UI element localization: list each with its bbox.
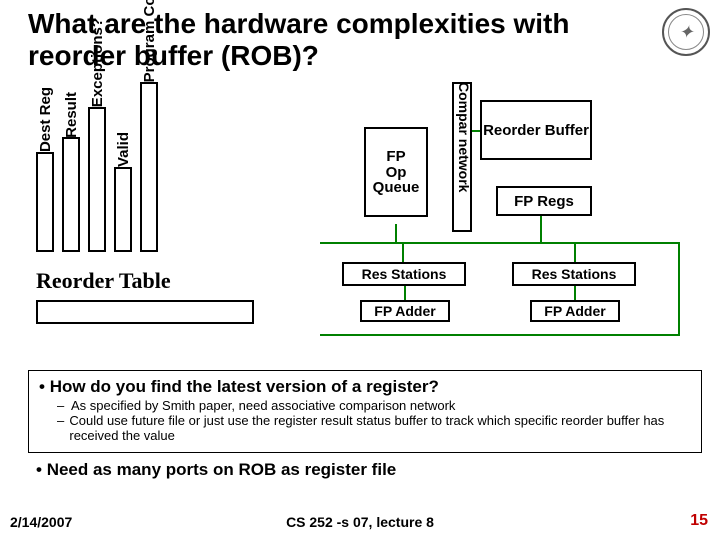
wire <box>395 224 397 242</box>
body-text-box: • How do you find the latest version of … <box>28 370 702 453</box>
wire <box>574 242 576 262</box>
reorder-table-label: Reorder Table <box>36 268 171 294</box>
datapath-block: FP Op Queue Compar network Reorder Buffe… <box>320 82 710 352</box>
reorder-table-box <box>36 300 254 324</box>
wire <box>404 286 406 300</box>
wire <box>540 216 542 242</box>
wire <box>320 242 680 244</box>
col-exceptions: Exceptions? <box>89 18 106 107</box>
fp-adder-right: FP Adder <box>530 300 620 322</box>
bullet-1-sub-2: –Could use future file or just use the r… <box>57 414 691 444</box>
fp-adder-left: FP Adder <box>360 300 450 322</box>
bullet-1-sub-1: –As specified by Smith paper, need assoc… <box>57 399 691 414</box>
compar-network-label: Compar network <box>456 82 472 192</box>
fp-op-queue-box: FP Op Queue <box>364 127 428 217</box>
wire <box>574 286 576 300</box>
reorder-buffer-box: Reorder Buffer <box>480 100 592 160</box>
res-stations-right: Res Stations <box>512 262 636 286</box>
reorder-table-columns: Dest Reg Result Exceptions? Valid Progra… <box>36 82 256 252</box>
wire <box>402 242 404 262</box>
university-seal-icon: ✦ <box>662 8 710 56</box>
footer-course: CS 252 -s 07, lecture 8 <box>0 514 720 530</box>
wire <box>472 130 480 132</box>
fp-regs-box: FP Regs <box>496 186 592 216</box>
col-valid: Valid <box>115 132 132 167</box>
wire <box>678 242 680 336</box>
col-dest-reg: Dest Reg <box>37 87 54 152</box>
slide-title: What are the hardware complexities with … <box>28 8 692 72</box>
bullet-2: • Need as many ports on ROB as register … <box>36 460 396 480</box>
page-number: 15 <box>690 512 708 530</box>
rob-diagram: Dest Reg Result Exceptions? Valid Progra… <box>28 82 692 357</box>
res-stations-left: Res Stations <box>342 262 466 286</box>
wire <box>320 334 680 336</box>
col-result: Result <box>63 92 80 138</box>
col-program-counter: Program Counter <box>141 0 158 82</box>
bullet-1: • How do you find the latest version of … <box>39 377 691 397</box>
